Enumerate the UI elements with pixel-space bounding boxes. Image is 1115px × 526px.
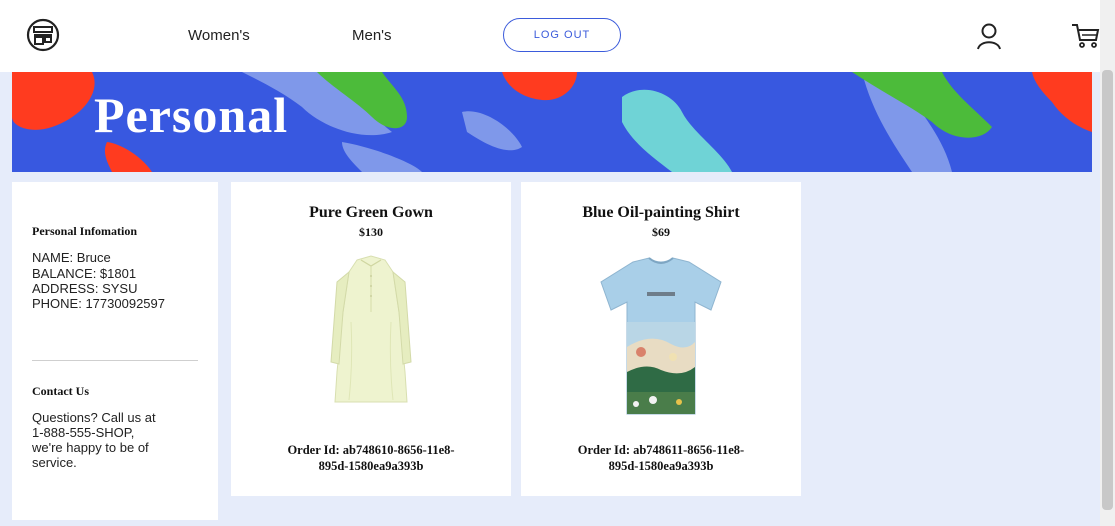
contact-line: Questions? Call us at	[32, 410, 156, 425]
green-gown-image	[330, 255, 412, 403]
contact-line: we're happy to be of	[32, 440, 149, 455]
order-card[interactable]: Blue Oil-painting Shirt $69 Order Id: ab…	[521, 182, 801, 496]
contact-heading: Contact Us	[32, 384, 89, 398]
personal-info-heading: Personal Infomation	[32, 224, 137, 238]
logout-button[interactable]: LOG OUT	[503, 18, 621, 52]
store-icon[interactable]	[26, 18, 60, 52]
nav-mens-link[interactable]: Men's	[352, 27, 392, 44]
order-id-line: Order Id: ab748611-8656-11e8-	[577, 443, 745, 457]
user-icon[interactable]	[976, 22, 1002, 50]
personal-banner: Personal	[12, 72, 1092, 172]
order-id-line: Order Id: ab748610-8656-11e8-	[287, 443, 455, 457]
page-title: Personal	[94, 87, 289, 143]
oil-painting-shirt-image	[600, 257, 722, 415]
product-title: Blue Oil-painting Shirt	[582, 204, 740, 221]
order-id-line: 895d-1580ea9a393b	[608, 459, 714, 473]
contact-line: 1-888-555-SHOP,	[32, 425, 135, 440]
user-phone: PHONE: 17730092597	[32, 296, 165, 311]
order-card[interactable]: Pure Green Gown $130 Order Id: ab748610-…	[231, 182, 511, 496]
personal-info-panel: Personal Infomation NAME: Bruce BALANCE:…	[12, 182, 218, 520]
scrollbar-thumb[interactable]	[1102, 70, 1113, 510]
user-address: ADDRESS: SYSU	[32, 281, 138, 296]
nav-womens-link[interactable]: Women's	[188, 27, 250, 44]
page: Women's Men's LOG OUT Personal Personal …	[0, 0, 1115, 526]
order-id: Order Id: ab748610-8656-11e8- 895d-1580e…	[251, 442, 491, 474]
product-title: Pure Green Gown	[309, 204, 433, 221]
user-name: NAME: Bruce	[32, 250, 111, 265]
product-price: $130	[359, 225, 383, 239]
product-price: $69	[652, 225, 670, 239]
side-divider	[32, 360, 198, 361]
cart-icon[interactable]	[1070, 20, 1100, 50]
top-nav-bar: Women's Men's LOG OUT	[0, 0, 1100, 72]
order-id-line: 895d-1580ea9a393b	[318, 459, 424, 473]
contact-line: service.	[32, 455, 77, 470]
order-id: Order Id: ab748611-8656-11e8- 895d-1580e…	[541, 442, 781, 474]
user-balance: BALANCE: $1801	[32, 266, 137, 281]
